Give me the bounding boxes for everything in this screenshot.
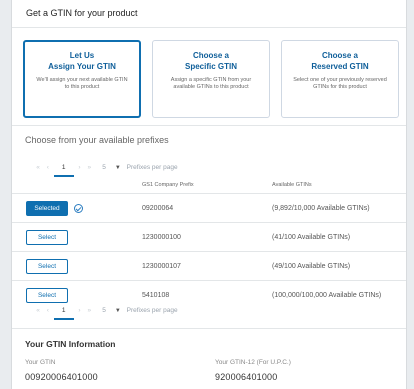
select-button[interactable]: Select — [26, 287, 68, 303]
divider — [12, 328, 406, 329]
table-header: GS1 Company Prefix Available GTINs — [12, 176, 406, 193]
table-row: Selected 09200064 (9,892/10,000 Availabl… — [12, 193, 406, 222]
option-description: Select one of your previously reserved G… — [293, 77, 387, 90]
check-circle-icon — [74, 203, 83, 213]
prefix-cell: 09200064 — [142, 204, 174, 212]
prev-page-icon[interactable]: ‹ — [44, 304, 52, 318]
select-button[interactable]: Select — [26, 229, 68, 245]
option-title-line2: Reserved GTIN — [311, 62, 369, 71]
option-title-line1: Let Us — [69, 51, 95, 60]
last-page-icon[interactable]: » — [85, 161, 93, 175]
gtin12-value: 920006401000 — [215, 372, 278, 382]
page-size-value[interactable]: 5 — [95, 304, 113, 318]
next-page-icon[interactable]: › — [75, 304, 83, 318]
first-page-icon[interactable]: « — [34, 304, 42, 318]
prefix-table: GS1 Company Prefix Available GTINs Selec… — [12, 176, 406, 309]
option-specific-gtin[interactable]: Choose a Specific GTIN Assign a specific… — [152, 40, 270, 118]
col-prefix-header: GS1 Company Prefix — [142, 181, 194, 188]
col-available-header: Available GTINs — [272, 181, 312, 188]
first-page-icon[interactable]: « — [34, 161, 42, 175]
gtin-options: Let Us Assign Your GTIN We'll assign you… — [23, 40, 406, 118]
available-cell: (41/100 Available GTINs) — [272, 233, 351, 241]
table-row: Select 1230000100 (41/100 Available GTIN… — [12, 222, 406, 251]
gtin-info-title: Your GTIN Information — [25, 339, 116, 349]
divider — [12, 125, 406, 126]
gtin-value: 00920006401000 — [25, 372, 98, 382]
last-page-icon[interactable]: » — [85, 304, 93, 318]
option-reserved-gtin[interactable]: Choose a Reserved GTIN Select one of you… — [281, 40, 399, 118]
option-description: Assign a specific GTIN from your availab… — [170, 77, 252, 90]
per-page-label: Prefixes per page — [126, 164, 178, 171]
page-size-value[interactable]: 5 — [95, 161, 113, 175]
option-title-line2: Assign Your GTIN — [48, 62, 116, 71]
panel-header: Get a GTIN for your product — [12, 0, 406, 28]
caret-down-icon[interactable]: ▼ — [115, 161, 121, 175]
gtin-panel: Get a GTIN for your product Let Us Assig… — [11, 0, 407, 389]
prefix-cell: 1230000107 — [142, 262, 181, 270]
option-assign-gtin[interactable]: Let Us Assign Your GTIN We'll assign you… — [23, 40, 141, 118]
selected-button[interactable]: Selected — [26, 200, 68, 216]
option-title-line1: Choose a — [192, 51, 229, 60]
gtin-label: Your GTIN — [25, 359, 56, 366]
pager-bottom: « ‹ 1 › » 5 ▼ Prefixes per page — [34, 304, 178, 320]
prefixes-section-title: Choose from your available prefixes — [25, 135, 169, 145]
pager-top: « ‹ 1 › » 5 ▼ Prefixes per page — [34, 161, 178, 177]
page-number[interactable]: 1 — [53, 304, 74, 320]
select-button[interactable]: Select — [26, 258, 68, 274]
gtin12-label: Your GTIN-12 (For U.P.C.) — [215, 359, 291, 366]
available-cell: (49/100 Available GTINs) — [272, 262, 351, 270]
prev-page-icon[interactable]: ‹ — [44, 161, 52, 175]
option-title-line2: Specific GTIN — [184, 62, 237, 71]
available-cell: (9,892/10,000 Available GTINs) — [272, 204, 370, 212]
next-page-icon[interactable]: › — [75, 161, 83, 175]
caret-down-icon[interactable]: ▼ — [115, 304, 121, 318]
table-row: Select 1230000107 (49/100 Available GTIN… — [12, 251, 406, 280]
per-page-label: Prefixes per page — [126, 307, 178, 314]
page-number[interactable]: 1 — [53, 161, 74, 177]
option-description: We'll assign your next available GTIN to… — [36, 77, 128, 90]
option-title-line1: Choose a — [321, 51, 358, 60]
prefix-cell: 1230000100 — [142, 233, 181, 241]
available-cell: (100,000/100,000 Available GTINs) — [272, 291, 382, 299]
